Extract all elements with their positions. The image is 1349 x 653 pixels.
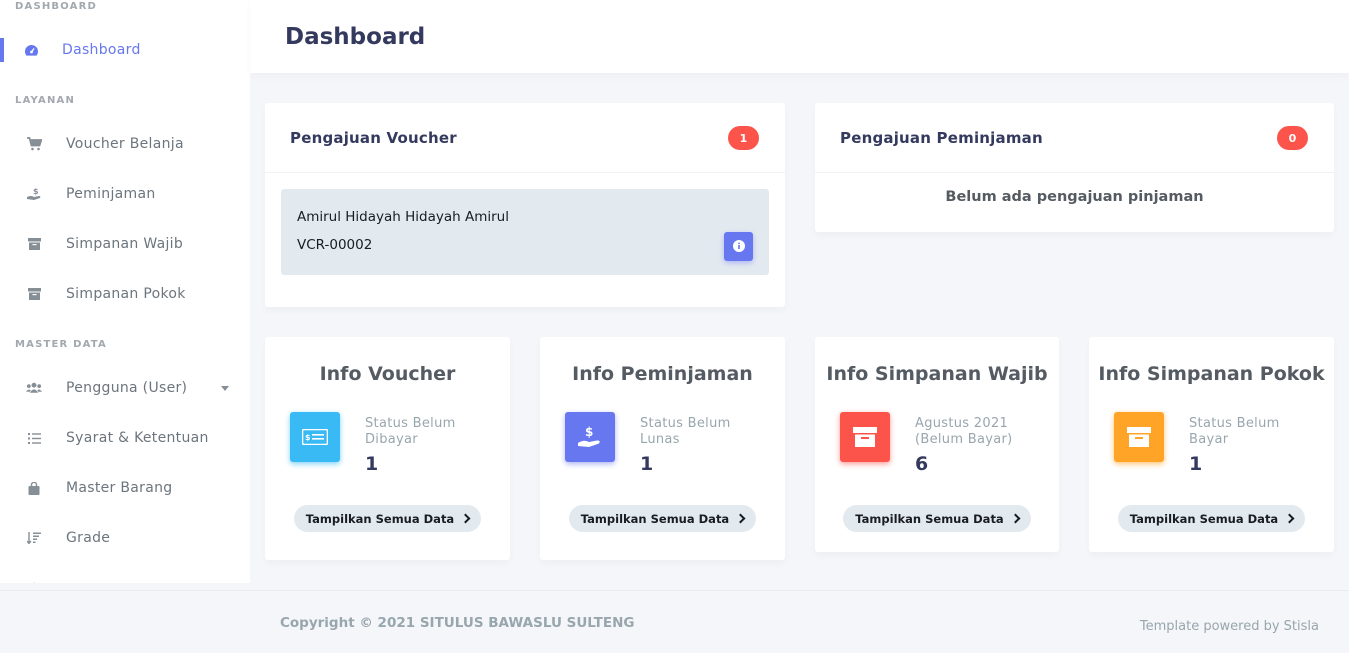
chevron-right-icon <box>735 513 746 524</box>
empty-message: Belum ada pengajuan pinjaman <box>945 189 1204 205</box>
show-all-button[interactable]: Tampilkan Semua Data <box>1117 505 1306 532</box>
page-title: Dashboard <box>285 24 426 50</box>
sidebar-item-voucher-belanja[interactable]: Voucher Belanja <box>0 122 250 166</box>
sidebar-item-simpanan-pokok[interactable]: Simpanan Pokok <box>0 272 250 316</box>
svg-text:$: $ <box>305 433 311 442</box>
sidebar-item-label: Master Barang <box>66 480 173 496</box>
users-icon <box>26 580 42 583</box>
detail-button[interactable] <box>724 232 753 261</box>
info-simpanan-pokok-card: Info Simpanan Pokok Status Belum Bayar 1… <box>1089 337 1334 552</box>
stat-label: Status Belum Dibayar <box>365 416 456 447</box>
show-all-button[interactable]: Tampilkan Semua Data <box>568 505 757 532</box>
chevron-right-icon <box>1010 513 1021 524</box>
archive-icon <box>840 412 890 462</box>
ticket-icon: $ <box>290 412 340 462</box>
menu-header-layanan: LAYANAN <box>15 95 76 106</box>
archive-icon <box>26 236 42 252</box>
stat-value: 6 <box>915 453 929 475</box>
footer: Copyright © 2021 SITULUS BAWASLU SULTENG… <box>0 590 1349 653</box>
sidebar-item-peminjaman[interactable]: $ Peminjaman <box>0 172 250 216</box>
card-title: Pengajuan Voucher <box>290 129 457 147</box>
info-simpanan-wajib-card: Info Simpanan Wajib Agustus 2021 (Belum … <box>815 337 1059 552</box>
users-icon <box>26 380 42 396</box>
sidebar-item-grade[interactable]: Grade <box>0 516 250 560</box>
sidebar-item-more[interactable] <box>0 566 250 583</box>
button-label: Tampilkan Semua Data <box>305 511 455 526</box>
chevron-right-icon <box>460 513 471 524</box>
menu-header-master-data: MASTER DATA <box>15 339 107 350</box>
copyright-text: Copyright © 2021 SITULUS BAWASLU SULTENG <box>280 615 635 631</box>
show-all-button[interactable]: Tampilkan Semua Data <box>843 505 1031 532</box>
card-header: Pengajuan Voucher 1 <box>265 103 785 173</box>
list-item: Amirul Hidayah Hidayah Amirul VCR-00002 <box>281 189 769 275</box>
sidebar-item-label: Syarat & Ketentuan <box>66 430 209 446</box>
cart-icon <box>26 136 42 152</box>
button-wrap: Tampilkan Semua Data <box>540 505 785 532</box>
stat-label: Status Belum Bayar <box>1189 416 1280 447</box>
section-header: Dashboard <box>250 0 1349 73</box>
count-badge: 0 <box>1277 126 1308 150</box>
chevron-right-icon <box>1284 513 1295 524</box>
sidebar-item-pengguna[interactable]: Pengguna (User) <box>0 366 250 410</box>
voucher-code: VCR-00002 <box>297 237 373 253</box>
card-title: Info Peminjaman <box>572 363 753 385</box>
sidebar-item-label: Peminjaman <box>66 186 156 202</box>
card-header: Pengajuan Peminjaman 0 <box>815 103 1334 173</box>
pengajuan-voucher-card: Pengajuan Voucher 1 Amirul Hidayah Hiday… <box>265 103 785 307</box>
button-wrap: Tampilkan Semua Data <box>1089 505 1334 532</box>
sidebar-item-simpanan-wajib[interactable]: Simpanan Wajib <box>0 222 250 266</box>
card-title: Info Simpanan Pokok <box>1098 363 1325 385</box>
sidebar-item-label: Simpanan Wajib <box>66 236 184 252</box>
info-peminjaman-card: Info Peminjaman $ Status Belum Lunas 1 T… <box>540 337 785 560</box>
gauge-icon <box>23 42 39 58</box>
pengajuan-peminjaman-card: Pengajuan Peminjaman 0 Belum ada pengaju… <box>815 103 1334 232</box>
hand-dollar-icon: $ <box>26 186 42 202</box>
info-icon <box>732 237 745 256</box>
card-title: Pengajuan Peminjaman <box>840 129 1043 147</box>
button-wrap: Tampilkan Semua Data <box>815 505 1059 532</box>
sidebar-item-label: Dashboard <box>62 42 141 58</box>
sidebar-item-label: Grade <box>66 530 111 546</box>
stat-label: Agustus 2021 (Belum Bayar) <box>915 416 1013 447</box>
stat-label: Status Belum Lunas <box>640 416 731 447</box>
button-wrap: Tampilkan Semua Data <box>265 505 510 532</box>
sidebar-item-label: Voucher Belanja <box>66 136 184 152</box>
archive-icon <box>1114 412 1164 462</box>
button-label: Tampilkan Semua Data <box>1129 511 1279 526</box>
caret-down-icon <box>221 386 229 391</box>
card-title: Info Simpanan Wajib <box>826 363 1048 385</box>
info-voucher-card: Info Voucher $ Status Belum Dibayar 1 Ta… <box>265 337 510 560</box>
stat-value: 1 <box>640 453 654 475</box>
sidebar-item-label: Simpanan Pokok <box>66 286 186 302</box>
button-label: Tampilkan Semua Data <box>855 511 1004 526</box>
powered-by-text: Template powered by Stisla <box>1139 619 1319 634</box>
sidebar-item-syarat-ketentuan[interactable]: Syarat & Ketentuan <box>0 416 250 460</box>
hand-dollar-icon: $ <box>565 412 615 462</box>
svg-text:$: $ <box>33 187 39 196</box>
svg-text:$: $ <box>585 425 593 439</box>
archive-icon <box>26 286 42 302</box>
sidebar-item-label: Pengguna (User) <box>66 380 188 396</box>
show-all-button[interactable]: Tampilkan Semua Data <box>293 505 482 532</box>
sidebar-item-master-barang[interactable]: Master Barang <box>0 466 250 510</box>
sidebar-item-dashboard[interactable]: Dashboard <box>0 28 250 72</box>
stat-value: 1 <box>365 453 379 475</box>
menu-header-dashboard: DASHBOARD <box>15 1 98 12</box>
sort-amount-icon <box>26 530 42 546</box>
shopping-bag-icon <box>26 480 42 496</box>
card-title: Info Voucher <box>319 363 456 385</box>
applicant-name: Amirul Hidayah Hidayah Amirul <box>297 209 509 225</box>
count-badge: 1 <box>728 126 759 150</box>
button-label: Tampilkan Semua Data <box>580 511 730 526</box>
list-icon <box>26 430 42 446</box>
stat-value: 1 <box>1189 453 1203 475</box>
sidebar: DASHBOARD Dashboard LAYANAN Voucher Bela… <box>0 0 250 583</box>
